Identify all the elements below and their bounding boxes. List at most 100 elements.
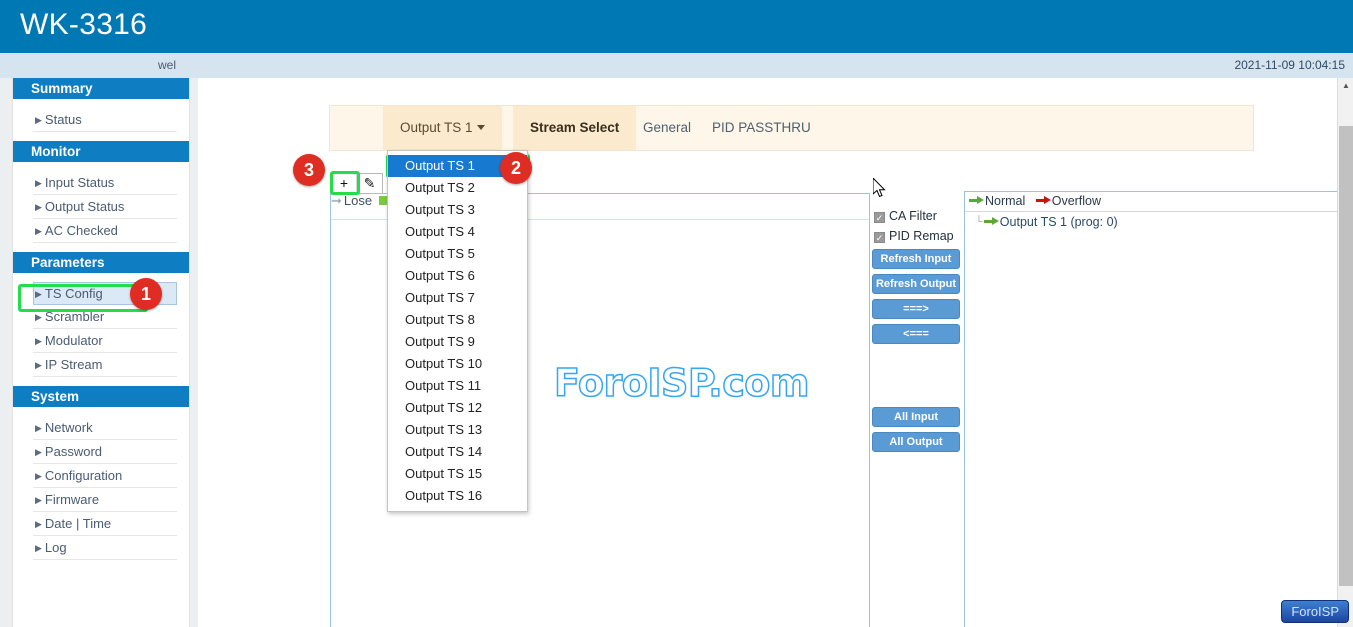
sidebar-section-monitor: Monitor [13, 141, 189, 162]
sidebar-item-label: Scrambler [45, 309, 104, 324]
gray-arrow-icon: ➞ [331, 193, 342, 209]
sidebar-item-modulator[interactable]: ▶Modulator [33, 329, 177, 353]
dropdown-option-8[interactable]: Output TS 8 [388, 309, 527, 331]
tree-elbow-icon: └ [975, 216, 983, 228]
output-ts-dropdown-menu[interactable]: Output TS 1Output TS 2Output TS 3Output … [387, 150, 528, 512]
dropdown-option-3[interactable]: Output TS 3 [388, 199, 527, 221]
sidebar-item-log[interactable]: ▶Log [33, 536, 177, 560]
item-toolbar: + ✎ [331, 173, 383, 194]
button-refresh-output[interactable]: Refresh Output [872, 274, 960, 294]
dropdown-option-12[interactable]: Output TS 12 [388, 397, 527, 419]
checkbox-check-icon: ✓ [874, 212, 885, 223]
checkbox-pid-remap[interactable]: ✓ PID Remap [874, 229, 964, 243]
sidebar-item-output-status[interactable]: ▶Output Status [33, 195, 177, 219]
step-badge-2: 2 [500, 152, 532, 184]
welcome-text: wel [158, 58, 188, 72]
edit-pencil-button[interactable]: ✎ [357, 174, 382, 193]
dropdown-option-7[interactable]: Output TS 7 [388, 287, 527, 309]
app-window: WK-3316 wel 2021-11-09 10:04:15 Summary▶… [0, 0, 1353, 627]
dropdown-option-11[interactable]: Output TS 11 [388, 375, 527, 397]
tab-stream-select[interactable]: Stream Select [513, 106, 636, 150]
sidebar-spacer [13, 407, 189, 416]
dropdown-option-13[interactable]: Output TS 13 [388, 419, 527, 441]
tree-node-output-ts-1[interactable]: └ Output TS 1 (prog: 0) [965, 212, 1345, 229]
sidebar-spacer [13, 377, 189, 386]
triangle-right-icon: ▶ [35, 447, 42, 458]
sidebar-section-system: System [13, 386, 189, 407]
button-refresh-input[interactable]: Refresh Input [872, 249, 960, 269]
tab-pid-passthru[interactable]: PID PASSTHRU [695, 106, 828, 150]
checkbox-label: PID Remap [889, 229, 954, 243]
input-status-row: ➞Lose [331, 193, 388, 209]
sidebar-item-label: Configuration [45, 468, 122, 483]
button-btn-3[interactable]: <=== [872, 324, 960, 344]
sidebar-section-parameters: Parameters [13, 252, 189, 273]
sidebar-item-label: Status [45, 112, 82, 127]
dropdown-option-15[interactable]: Output TS 15 [388, 463, 527, 485]
sidebar-item-label: Modulator [45, 333, 103, 348]
dropdown-option-5[interactable]: Output TS 5 [388, 243, 527, 265]
transfer-controls: ✓ CA Filter ✓ PID Remap Refresh Input Refres… [871, 193, 964, 627]
scroll-up-arrow-icon[interactable]: ▲ [1338, 78, 1353, 94]
sidebar-item-ac-checked[interactable]: ▶AC Checked [33, 219, 177, 243]
tab-strip: Output TS 1 Stream Select General PID PA… [329, 105, 1254, 151]
step-badge-3: 3 [293, 154, 325, 186]
sidebar-spacer [13, 132, 189, 141]
dropdown-option-16[interactable]: Output TS 16 [388, 485, 527, 507]
tab-output-ts-label: Output TS 1 [400, 120, 473, 135]
normal-arrow-icon [969, 196, 984, 205]
triangle-right-icon: ▶ [35, 519, 42, 530]
sidebar-item-label: Network [45, 420, 93, 435]
overflow-arrow-icon [1036, 196, 1051, 205]
triangle-right-icon: ▶ [35, 543, 42, 554]
dropdown-option-4[interactable]: Output TS 4 [388, 221, 527, 243]
sidebar-item-password[interactable]: ▶Password [33, 440, 177, 464]
legend-overflow-label: Overflow [1052, 194, 1101, 208]
tree-legend: Normal Overflow [965, 192, 1345, 212]
triangle-right-icon: ▶ [35, 471, 42, 482]
tab-output-ts-selector[interactable]: Output TS 1 [383, 106, 502, 150]
sub-header-bar: wel 2021-11-09 10:04:15 [0, 53, 1353, 78]
vertical-scrollbar[interactable]: ▲ [1337, 78, 1353, 627]
sidebar-item-status[interactable]: ▶Status [33, 108, 177, 132]
legend-normal-label: Normal [985, 194, 1025, 208]
checkbox-check-icon: ✓ [874, 232, 885, 243]
sidebar-item-ip-stream[interactable]: ▶IP Stream [33, 353, 177, 377]
sidebar-spacer [13, 162, 189, 171]
sidebar-item-input-status[interactable]: ▶Input Status [33, 171, 177, 195]
main-content: Output TS 1 Stream Select General PID PA… [198, 78, 1341, 627]
tree-node-label: Output TS 1 (prog: 0) [1000, 215, 1118, 229]
sidebar-item-network[interactable]: ▶Network [33, 416, 177, 440]
sidebar-item-label: Password [45, 444, 102, 459]
dropdown-option-10[interactable]: Output TS 10 [388, 353, 527, 375]
scrollbar-thumb[interactable] [1339, 126, 1353, 586]
sidebar-spacer [13, 99, 189, 108]
step-badge-1: 1 [130, 278, 162, 310]
sidebar: Summary▶StatusMonitor▶Input Status▶Outpu… [12, 78, 190, 627]
sidebar-item-scrambler[interactable]: ▶Scrambler [33, 305, 177, 329]
dropdown-option-9[interactable]: Output TS 9 [388, 331, 527, 353]
sidebar-item-label: TS Config [45, 286, 103, 301]
output-program-panel[interactable]: Normal Overflow └ Output TS 1 (prog: 0) [964, 191, 1346, 627]
button-btn-2[interactable]: ===> [872, 299, 960, 319]
dropdown-option-6[interactable]: Output TS 6 [388, 265, 527, 287]
checkbox-ca-filter[interactable]: ✓ CA Filter [874, 209, 964, 223]
sidebar-item-label: AC Checked [45, 223, 118, 238]
button-all-input[interactable]: All Input [872, 407, 960, 427]
sidebar-item-label: IP Stream [45, 357, 103, 372]
node-normal-arrow-icon [984, 217, 999, 226]
sidebar-spacer [13, 243, 189, 252]
sidebar-item-firmware[interactable]: ▶Firmware [33, 488, 177, 512]
triangle-right-icon: ▶ [35, 360, 42, 371]
sidebar-item-configuration[interactable]: ▶Configuration [33, 464, 177, 488]
chevron-down-icon [477, 125, 485, 130]
triangle-right-icon: ▶ [35, 336, 42, 347]
add-button[interactable]: + [332, 174, 357, 193]
sidebar-item-date-time[interactable]: ▶Date | Time [33, 512, 177, 536]
dropdown-option-14[interactable]: Output TS 14 [388, 441, 527, 463]
sidebar-section-summary: Summary [13, 78, 189, 99]
sidebar-item-label: Input Status [45, 175, 114, 190]
button-all-output[interactable]: All Output [872, 432, 960, 452]
triangle-right-icon: ▶ [35, 178, 42, 189]
checkbox-label: CA Filter [889, 209, 937, 223]
